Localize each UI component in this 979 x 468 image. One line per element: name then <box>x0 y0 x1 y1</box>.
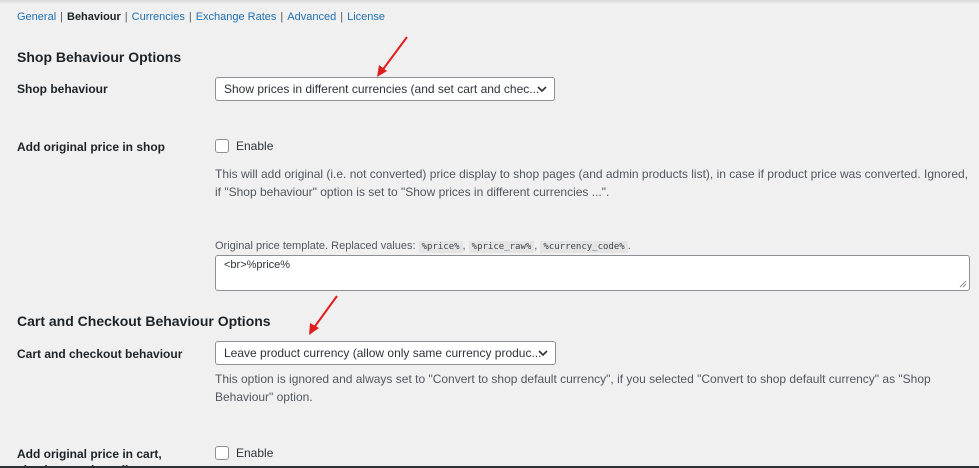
subnav-separator: | <box>340 11 344 23</box>
top-shadow <box>0 0 979 4</box>
template-comma: , <box>462 240 466 252</box>
subnav-separator: | <box>280 11 284 23</box>
shop-section-title: Shop Behaviour Options <box>17 49 182 65</box>
shop-behaviour-select[interactable]: Show prices in different currencies (and… <box>215 77 555 101</box>
cart-behaviour-select[interactable]: Leave product currency (allow only same … <box>215 341 556 365</box>
add-original-cart-enable-label: Enable <box>236 446 274 460</box>
subnav-currencies[interactable]: Currencies <box>132 11 185 23</box>
add-original-cart-label: Add original price in cart, checkout and… <box>17 447 162 468</box>
add-original-price-checkbox[interactable] <box>215 139 229 153</box>
cart-behaviour-description: This option is ignored and always set to… <box>215 372 931 404</box>
original-price-template-textarea[interactable]: <br>%price% <box>215 255 970 291</box>
template-code-price-raw: %price_raw% <box>468 241 535 253</box>
cart-behaviour-label: Cart and checkout behaviour <box>17 347 183 361</box>
chevron-down-icon <box>537 86 547 93</box>
add-original-price-option[interactable]: Enable <box>215 139 273 153</box>
shop-behaviour-label: Shop behaviour <box>17 82 108 96</box>
subnav-license[interactable]: License <box>347 11 385 23</box>
template-label-text: Original price template. Replaced values… <box>215 240 416 252</box>
annotation-arrow-icon <box>377 36 408 77</box>
add-original-price-description: This will add original (i.e. not convert… <box>215 167 969 199</box>
original-price-template-value: <br>%price% <box>224 259 291 271</box>
settings-subnav: General | Behaviour | Currencies | Exchange Ra… <box>17 11 385 23</box>
add-original-price-enable-label: Enable <box>236 139 274 153</box>
add-original-price-label: Add original price in shop <box>17 140 166 154</box>
resize-handle-icon[interactable] <box>959 280 967 288</box>
chevron-down-icon <box>538 350 548 357</box>
template-description: Original price template. Replaced values… <box>215 240 631 253</box>
cart-behaviour-selected-value: Leave product currency (allow only same … <box>224 346 542 360</box>
annotation-arrow-icon <box>309 295 338 335</box>
subnav-advanced[interactable]: Advanced <box>287 11 336 23</box>
template-period: . <box>627 240 631 252</box>
subnav-general[interactable]: General <box>17 11 56 23</box>
subnav-exchange-rates[interactable]: Exchange Rates <box>196 11 277 23</box>
cart-section-title: Cart and Checkout Behaviour Options <box>17 313 271 329</box>
subnav-separator: | <box>188 11 192 23</box>
subnav-separator: | <box>60 11 63 23</box>
template-comma: , <box>534 240 538 252</box>
subnav-behaviour[interactable]: Behaviour <box>67 11 121 23</box>
shop-behaviour-selected-value: Show prices in different currencies (and… <box>224 82 540 96</box>
add-original-cart-option[interactable]: Enable <box>215 446 273 460</box>
add-original-cart-checkbox[interactable] <box>215 446 229 460</box>
template-code-price: %price% <box>418 241 463 253</box>
subnav-separator: | <box>124 11 128 23</box>
template-code-currency-code: %currency_code% <box>540 241 628 253</box>
